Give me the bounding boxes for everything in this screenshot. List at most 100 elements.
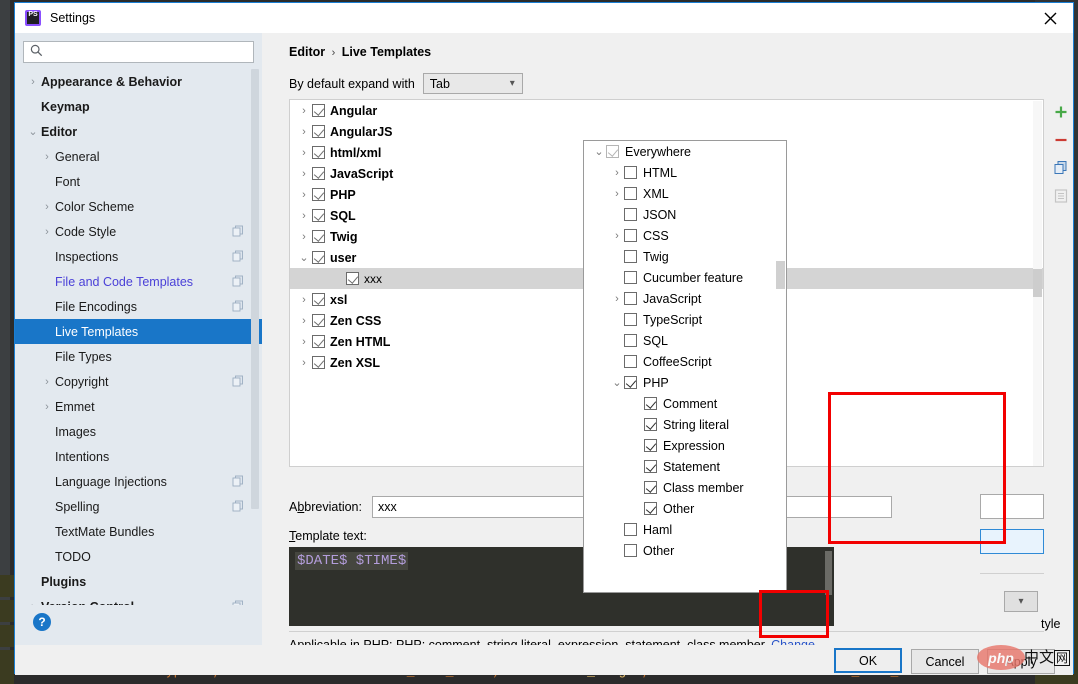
context-option-checkbox[interactable] (644, 439, 657, 452)
template-group-row[interactable]: ›AngularJS (290, 121, 1043, 142)
template-list-scrollbar[interactable] (1033, 101, 1042, 467)
template-enabled-checkbox[interactable] (312, 209, 325, 222)
context-option-row[interactable]: ›Other (584, 540, 786, 561)
chevron-right-icon[interactable]: › (296, 126, 312, 138)
sidebar-item-images[interactable]: Images (15, 419, 262, 444)
context-option-row[interactable]: ⌄PHP (584, 372, 786, 393)
context-option-checkbox[interactable] (624, 271, 637, 284)
chevron-right-icon[interactable]: › (296, 294, 312, 306)
sidebar-item-editor[interactable]: ⌄Editor (15, 119, 262, 144)
template-enabled-checkbox[interactable] (312, 251, 325, 264)
chevron-right-icon[interactable]: › (25, 76, 41, 88)
chevron-down-icon[interactable]: ⌄ (592, 145, 606, 158)
sidebar-item-textmate-bundles[interactable]: TextMate Bundles (15, 519, 262, 544)
template-list-scroll-thumb[interactable] (1033, 269, 1042, 297)
help-icon[interactable]: ? (33, 613, 51, 631)
sidebar-item-font[interactable]: Font (15, 169, 262, 194)
chevron-right-icon[interactable]: › (296, 336, 312, 348)
cancel-button[interactable]: Cancel (911, 649, 979, 674)
sidebar-item-inspections[interactable]: Inspections (15, 244, 262, 269)
chevron-down-icon[interactable]: ⌄ (25, 125, 41, 138)
template-enabled-checkbox[interactable] (312, 125, 325, 138)
sidebar-item-language-injections[interactable]: Language Injections (15, 469, 262, 494)
context-option-row[interactable]: ›Class member (584, 477, 786, 498)
context-option-row[interactable]: ›JSON (584, 204, 786, 225)
context-option-row[interactable]: ›Haml (584, 519, 786, 540)
sidebar-item-emmet[interactable]: ›Emmet (15, 394, 262, 419)
context-option-checkbox[interactable] (624, 523, 637, 536)
context-option-row[interactable]: ›Comment (584, 393, 786, 414)
duplicate-template-button[interactable] (1048, 155, 1073, 180)
template-group-row[interactable]: ›Angular (290, 100, 1043, 121)
remove-template-button[interactable] (1048, 127, 1073, 152)
reformat-style-select[interactable]: ▾ (1004, 591, 1038, 612)
sidebar-item-file-encodings[interactable]: File Encodings (15, 294, 262, 319)
sidebar-item-file-types[interactable]: File Types (15, 344, 262, 369)
context-option-checkbox[interactable] (624, 355, 637, 368)
chevron-right-icon[interactable]: › (39, 201, 55, 213)
chevron-right-icon[interactable]: › (39, 151, 55, 163)
context-option-row[interactable]: ›Other (584, 498, 786, 519)
context-option-checkbox[interactable] (644, 397, 657, 410)
abbreviation-input[interactable] (372, 496, 594, 518)
chevron-right-icon[interactable]: › (610, 293, 624, 305)
template-enabled-checkbox[interactable] (312, 104, 325, 117)
expand-with-select[interactable]: Tab ▾ (423, 73, 523, 94)
sidebar-item-code-style[interactable]: ›Code Style (15, 219, 262, 244)
add-template-button[interactable] (1048, 99, 1073, 124)
sidebar-item-intentions[interactable]: Intentions (15, 444, 262, 469)
copy-settings-button[interactable] (1048, 183, 1073, 208)
template-enabled-checkbox[interactable] (346, 272, 359, 285)
template-text-scrollbar[interactable] (825, 551, 832, 595)
context-option-row[interactable]: ›CoffeeScript (584, 351, 786, 372)
context-option-row[interactable]: ›CSS (584, 225, 786, 246)
sidebar-item-todo[interactable]: TODO (15, 544, 262, 569)
context-option-checkbox[interactable] (624, 292, 637, 305)
context-option-checkbox[interactable] (644, 481, 657, 494)
chevron-right-icon[interactable]: › (296, 168, 312, 180)
chevron-right-icon[interactable]: › (296, 210, 312, 222)
chevron-down-icon[interactable]: ⌄ (296, 251, 312, 264)
template-enabled-checkbox[interactable] (312, 167, 325, 180)
close-icon[interactable] (1027, 3, 1073, 33)
context-option-checkbox[interactable] (624, 376, 637, 389)
search-box[interactable] (23, 41, 254, 63)
template-enabled-checkbox[interactable] (312, 335, 325, 348)
chevron-right-icon[interactable]: › (39, 226, 55, 238)
chevron-right-icon[interactable]: › (610, 230, 624, 242)
context-option-checkbox[interactable] (644, 418, 657, 431)
template-enabled-checkbox[interactable] (312, 293, 325, 306)
sidebar-item-copyright[interactable]: ›Copyright (15, 369, 262, 394)
chevron-right-icon[interactable]: › (296, 105, 312, 117)
sidebar-item-live-templates[interactable]: Live Templates (15, 319, 262, 344)
chevron-right-icon[interactable]: › (296, 315, 312, 327)
context-option-checkbox[interactable] (644, 460, 657, 473)
sidebar-item-keymap[interactable]: Keymap (15, 94, 262, 119)
chevron-right-icon[interactable]: › (39, 376, 55, 388)
template-enabled-checkbox[interactable] (312, 146, 325, 159)
context-option-row[interactable]: ›Expression (584, 435, 786, 456)
sidebar-item-file-and-code-templates[interactable]: File and Code Templates (15, 269, 262, 294)
ok-button[interactable]: OK (834, 648, 902, 673)
context-option-checkbox[interactable] (644, 502, 657, 515)
template-enabled-checkbox[interactable] (312, 188, 325, 201)
chevron-right-icon[interactable]: › (39, 401, 55, 413)
context-option-row[interactable]: ›Statement (584, 456, 786, 477)
chevron-down-icon[interactable]: ⌄ (610, 376, 624, 389)
context-option-row[interactable]: ›String literal (584, 414, 786, 435)
context-option-row[interactable]: ›SQL (584, 330, 786, 351)
chevron-right-icon[interactable]: › (296, 147, 312, 159)
context-option-checkbox[interactable] (624, 166, 637, 179)
context-option-row[interactable]: ⌄Everywhere (584, 141, 786, 162)
edit-variables-button[interactable] (980, 529, 1044, 554)
chevron-right-icon[interactable]: › (296, 189, 312, 201)
context-option-checkbox[interactable] (624, 250, 637, 263)
sidebar-item-color-scheme[interactable]: ›Color Scheme (15, 194, 262, 219)
context-option-row[interactable]: ›TypeScript (584, 309, 786, 330)
template-enabled-checkbox[interactable] (312, 356, 325, 369)
context-option-checkbox[interactable] (624, 334, 637, 347)
sidebar-item-spelling[interactable]: Spelling (15, 494, 262, 519)
context-option-checkbox[interactable] (624, 544, 637, 557)
context-option-checkbox[interactable] (624, 208, 637, 221)
context-option-checkbox[interactable] (624, 313, 637, 326)
